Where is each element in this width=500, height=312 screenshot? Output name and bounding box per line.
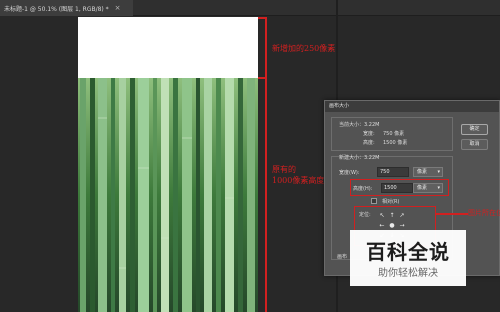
added-canvas-area <box>78 17 258 78</box>
canvas-extension-label: 画布 <box>337 254 348 260</box>
current-size-label: 当前大小：3.22M <box>339 122 380 128</box>
cancel-button[interactable]: 取消 <box>461 139 488 150</box>
width-field-label: 宽度(W): <box>339 170 360 176</box>
new-size-label: 新建大小：3.22M <box>339 155 380 161</box>
width-input[interactable]: 750 <box>377 167 409 177</box>
anchor-n-icon[interactable]: ↑ <box>387 211 397 221</box>
watermark: 百科全说 助你轻松解决 <box>350 230 466 286</box>
relative-checkbox[interactable] <box>371 198 377 204</box>
anchor-nw-icon[interactable]: ↖ <box>377 211 387 221</box>
anchor-pointer-line <box>436 213 468 215</box>
watermark-sub-text: 助你轻松解决 <box>378 268 438 279</box>
bracket-top-vertical <box>265 17 267 78</box>
added-pixels-note: 新增加的250像素 <box>272 44 336 53</box>
bamboo-photo <box>78 78 258 312</box>
document-canvas[interactable] <box>78 17 258 312</box>
document-tab[interactable]: 未标题-1 @ 50.1% (图层 1, RGB/8) * × <box>0 0 133 16</box>
height-highlight-box <box>350 179 449 196</box>
top-bar: 未标题-1 @ 50.1% (图层 1, RGB/8) * × <box>0 0 500 16</box>
width-unit-value: 像素 <box>417 169 428 175</box>
ok-button[interactable]: 确定 <box>461 124 488 135</box>
anchor-note: 图片所在位置 <box>468 209 500 217</box>
anchor-ne-icon[interactable]: ↗ <box>397 211 407 221</box>
bracket-bottom-vertical <box>265 79 267 312</box>
watermark-main-text: 百科全说 <box>366 240 450 264</box>
original-height-note-line2: 1000像素高度 <box>272 176 325 185</box>
current-height-label: 高度: <box>363 140 375 146</box>
current-width-label: 宽度: <box>363 131 375 137</box>
width-unit-select[interactable]: 像素 ▾ <box>413 167 443 177</box>
close-icon[interactable]: × <box>115 4 121 12</box>
current-height-value: 1500 像素 <box>383 140 408 146</box>
document-tab-title: 未标题-1 @ 50.1% (图层 1, RGB/8) * <box>4 5 109 13</box>
dialog-title: 画布大小 <box>325 101 499 112</box>
current-width-value: 750 像素 <box>383 131 405 137</box>
chevron-down-icon: ▾ <box>437 169 440 175</box>
relative-label: 相对(R) <box>382 199 400 205</box>
original-height-note-line1: 原有的 <box>272 165 296 174</box>
